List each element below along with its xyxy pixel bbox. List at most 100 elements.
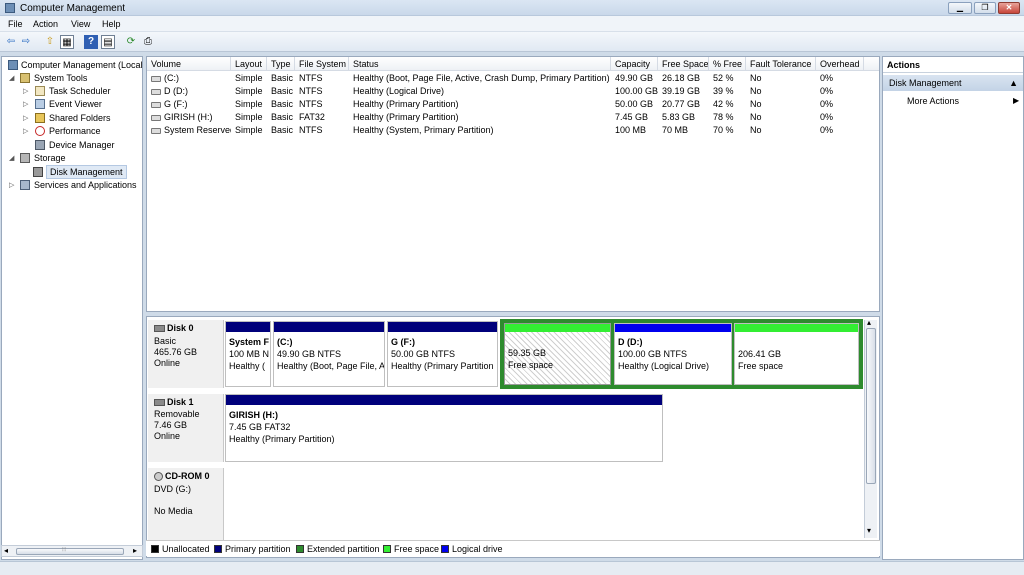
column-header-capacity[interactable]: Capacity xyxy=(611,57,658,71)
show-hide-tree-icon[interactable]: ▦ xyxy=(60,35,74,49)
expand-closed-icon[interactable]: ▷ xyxy=(23,87,28,95)
menu-help[interactable]: Help xyxy=(102,19,121,29)
partition-status: Healthy ( xyxy=(229,361,266,371)
expand-closed-icon[interactable]: ▷ xyxy=(9,181,14,189)
partition-g[interactable]: G (F:) 50.00 GB NTFS Healthy (Primary Pa… xyxy=(387,321,498,387)
tree-item-task-scheduler[interactable]: Task Scheduler xyxy=(49,86,111,96)
actions-section-disk-management[interactable]: Disk Management ▲ xyxy=(883,75,1023,91)
legend-item-logical-drive: Logical drive xyxy=(441,544,503,554)
partition-name: GIRISH (H:) xyxy=(229,410,278,420)
free-space-band xyxy=(505,324,610,332)
tree-item-storage[interactable]: Storage xyxy=(34,153,66,163)
volume-row[interactable]: System Reserved Simple Basic NTFS Health… xyxy=(147,124,879,137)
tree-item-shared-folders[interactable]: Shared Folders xyxy=(49,113,111,123)
menu-action[interactable]: Action xyxy=(33,19,58,29)
volume-row[interactable]: D (D:) Simple Basic NTFS Healthy (Logica… xyxy=(147,85,879,98)
column-header-file-system[interactable]: File System xyxy=(295,57,349,71)
partition-girish-h[interactable]: GIRISH (H:) 7.45 GB FAT32 Healthy (Prima… xyxy=(225,394,663,462)
disk1-type: Removable xyxy=(154,409,200,419)
free-space-cell: 20.77 GB xyxy=(662,99,701,109)
tree-item-services-and-applications[interactable]: Services and Applications xyxy=(34,180,137,190)
scroll-down-arrow-icon[interactable]: ▾ xyxy=(867,526,871,535)
tree-horizontal-scrollbar[interactable]: ◂ ⦙⦙⦙ ▸ xyxy=(1,545,143,557)
tree-item-event-viewer[interactable]: Event Viewer xyxy=(49,99,102,109)
tree-item-performance[interactable]: Performance xyxy=(49,126,101,136)
free-space-region[interactable]: 206.41 GB Free space xyxy=(734,323,859,385)
type-cell: Basic xyxy=(271,125,294,135)
partition-c[interactable]: (C:) 49.90 GB NTFS Healthy (Boot, Page F… xyxy=(273,321,385,387)
grip-icon: ⦙⦙⦙ xyxy=(62,547,67,553)
scrollbar-thumb[interactable]: ⦙⦙⦙ xyxy=(16,547,124,555)
tree-item-computer-management[interactable]: Computer Management (Local xyxy=(21,60,142,70)
free-space-cell: 39.19 GB xyxy=(662,86,701,96)
overhead-cell: 0% xyxy=(820,86,834,96)
primary-partition-band xyxy=(274,322,384,332)
partition-system-reserved[interactable]: System F 100 MB N Healthy ( xyxy=(225,321,271,387)
column-header-percent-free[interactable]: % Free xyxy=(709,57,746,71)
menu-file[interactable]: File xyxy=(8,19,23,29)
refresh-icon[interactable]: ⟳ xyxy=(124,35,138,49)
legend-item-unallocated: Unallocated xyxy=(151,544,210,554)
properties-icon[interactable]: ▤ xyxy=(101,35,115,49)
column-header-volume[interactable]: Volume xyxy=(147,57,231,71)
minimize-button[interactable]: ▁ xyxy=(948,2,972,14)
disk0-label: Disk 0 xyxy=(167,323,194,333)
volume-row[interactable]: G (F:) Simple Basic NTFS Healthy (Primar… xyxy=(147,98,879,111)
submenu-arrow-icon[interactable]: ▶ xyxy=(1013,96,1019,105)
expand-closed-icon[interactable]: ▷ xyxy=(23,114,28,122)
expand-open-icon[interactable]: ◢ xyxy=(9,74,14,82)
drive-icon xyxy=(151,127,161,134)
close-button[interactable]: ✕ xyxy=(998,2,1020,14)
cdrom0-info[interactable]: CD-ROM 0 DVD (G:) No Media xyxy=(148,468,224,540)
column-header-status[interactable]: Status xyxy=(349,57,611,71)
free-space-region[interactable]: 59.35 GB Free space xyxy=(504,323,611,385)
scroll-up-arrow-icon[interactable]: ▴ xyxy=(867,318,871,327)
layout-cell: Simple xyxy=(235,86,263,96)
expand-closed-icon[interactable]: ▷ xyxy=(23,100,28,108)
expand-open-icon[interactable]: ◢ xyxy=(9,154,14,162)
layout-cell: Simple xyxy=(235,125,263,135)
volume-name: GIRISH (H:) xyxy=(164,112,213,122)
column-header-fault-tolerance[interactable]: Fault Tolerance xyxy=(746,57,816,71)
disk0-info[interactable]: Disk 0 Basic 465.76 GB Online xyxy=(148,320,224,388)
expand-closed-icon[interactable]: ▷ xyxy=(23,127,28,135)
up-folder-icon[interactable]: ⇧ xyxy=(43,35,57,49)
status-cell: Healthy (System, Primary Partition) xyxy=(353,125,494,135)
partition-status: Healthy (Primary Partition) xyxy=(229,434,335,444)
scroll-left-arrow-icon[interactable]: ◂ xyxy=(4,546,8,555)
volume-list: Volume Layout Type File System Status Ca… xyxy=(146,56,880,312)
layout-cell: Simple xyxy=(235,99,263,109)
column-header-type[interactable]: Type xyxy=(267,57,295,71)
cdrom0-type: DVD (G:) xyxy=(154,484,191,494)
scrollbar-thumb[interactable] xyxy=(866,328,876,484)
collapse-arrow-icon[interactable]: ▲ xyxy=(1009,75,1018,91)
tree-item-device-manager[interactable]: Device Manager xyxy=(49,140,115,150)
tree-item-system-tools[interactable]: System Tools xyxy=(34,73,87,83)
volume-row[interactable]: (C:) Simple Basic NTFS Healthy (Boot, Pa… xyxy=(147,72,879,85)
free-space-cell: 26.18 GB xyxy=(662,73,701,83)
help-icon[interactable]: ? xyxy=(84,35,98,49)
volume-row[interactable]: GIRISH (H:) Simple Basic FAT32 Healthy (… xyxy=(147,111,879,124)
export-list-icon[interactable]: ⎙ xyxy=(141,35,155,49)
tree-item-disk-management[interactable]: Disk Management xyxy=(46,165,127,179)
menu-view[interactable]: View xyxy=(71,19,90,29)
column-header-free-space[interactable]: Free Space xyxy=(658,57,709,71)
scroll-right-arrow-icon[interactable]: ▸ xyxy=(133,546,137,555)
disk1-name: Disk 1 xyxy=(154,397,194,407)
cdrom0-name: CD-ROM 0 xyxy=(154,471,210,482)
disk0-state: Online xyxy=(154,358,181,368)
partition-name: System F xyxy=(229,337,270,347)
drive-icon xyxy=(151,101,161,108)
column-header-layout[interactable]: Layout xyxy=(231,57,267,71)
file-system-cell: NTFS xyxy=(299,99,323,109)
volume-name: (C:) xyxy=(164,73,179,83)
more-actions-link[interactable]: More Actions xyxy=(907,96,959,106)
back-arrow-icon[interactable]: ⇦ xyxy=(4,35,18,49)
disk1-info[interactable]: Disk 1 Removable 7.46 GB Online xyxy=(148,394,224,462)
logical-drive-d[interactable]: D (D:) 100.00 GB NTFS Healthy (Logical D… xyxy=(614,323,732,385)
primary-partition-band xyxy=(226,395,662,405)
forward-arrow-icon[interactable]: ⇨ xyxy=(19,35,33,49)
restore-button[interactable]: ❐ xyxy=(974,2,996,14)
column-header-overhead[interactable]: Overhead xyxy=(816,57,864,71)
disk-vertical-scrollbar[interactable]: ▴ ▾ xyxy=(864,318,877,538)
